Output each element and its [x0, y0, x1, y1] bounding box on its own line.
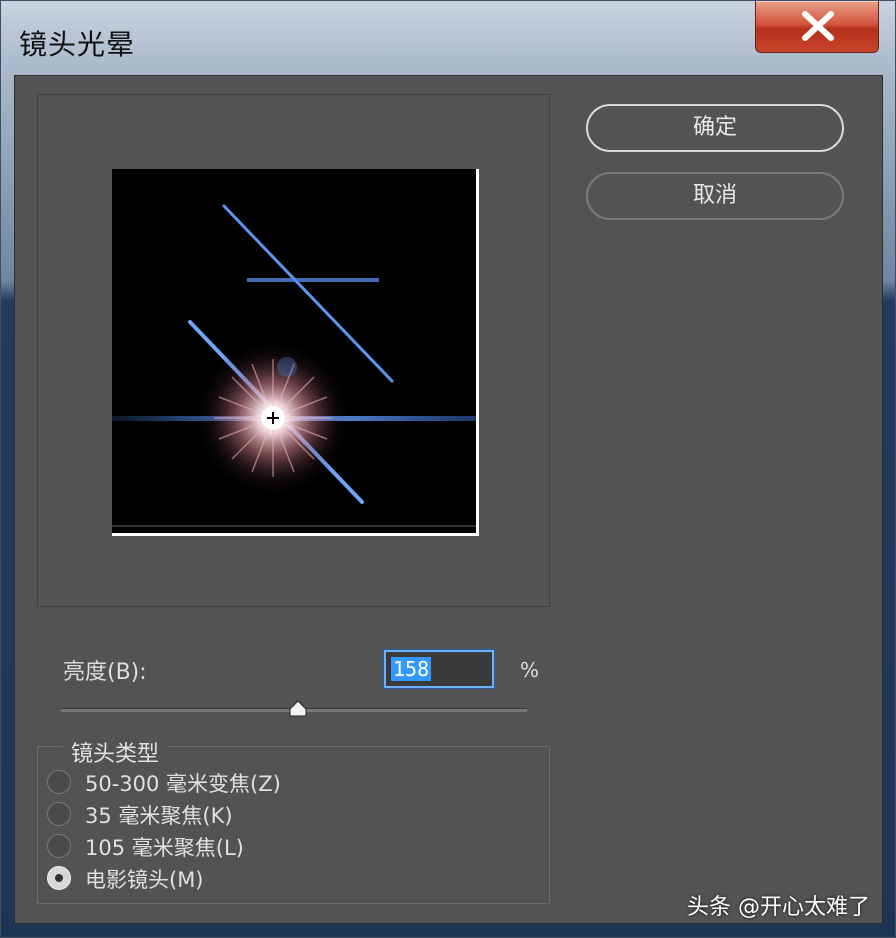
dialog-title: 镜头光晕	[19, 28, 136, 61]
lens-type-title: 镜头类型	[63, 736, 168, 768]
radio-button[interactable]	[47, 770, 71, 794]
radio-button[interactable]	[47, 834, 71, 858]
radio-button[interactable]	[47, 802, 71, 826]
close-icon	[802, 11, 834, 41]
lens-option-label: 105 毫米聚焦(L)	[85, 836, 244, 860]
dialog-body: 确定 取消 亮度(B): 158 % 镜头类型 50-300 毫米变焦(Z) 3…	[14, 75, 883, 924]
lens-option-label: 35 毫米聚焦(K)	[85, 804, 233, 828]
flare-preview-canvas[interactable]	[112, 169, 479, 536]
ok-button[interactable]: 确定	[586, 104, 844, 152]
cancel-button[interactable]: 取消	[586, 172, 844, 220]
lens-flare-image	[112, 204, 476, 527]
brightness-input[interactable]: 158	[384, 650, 494, 688]
close-button[interactable]	[755, 1, 879, 53]
title-bar[interactable]: 镜头光晕	[1, 1, 896, 77]
lens-option-label: 电影镜头(M)	[85, 868, 204, 892]
radio-button-checked[interactable]	[47, 866, 71, 890]
brightness-label: 亮度(B):	[63, 660, 147, 685]
brightness-slider-thumb[interactable]	[288, 700, 308, 717]
preview-panel	[37, 94, 550, 607]
watermark-text: 头条 @开心太难了	[687, 895, 870, 920]
dialog-window: 镜头光晕 确定 取消 亮度(B): 158 % 镜头类型 50-300 毫米变焦…	[0, 0, 896, 938]
brightness-unit: %	[520, 658, 540, 682]
brightness-value: 158	[391, 657, 432, 681]
lens-option-label: 50-300 毫米变焦(Z)	[85, 772, 281, 796]
